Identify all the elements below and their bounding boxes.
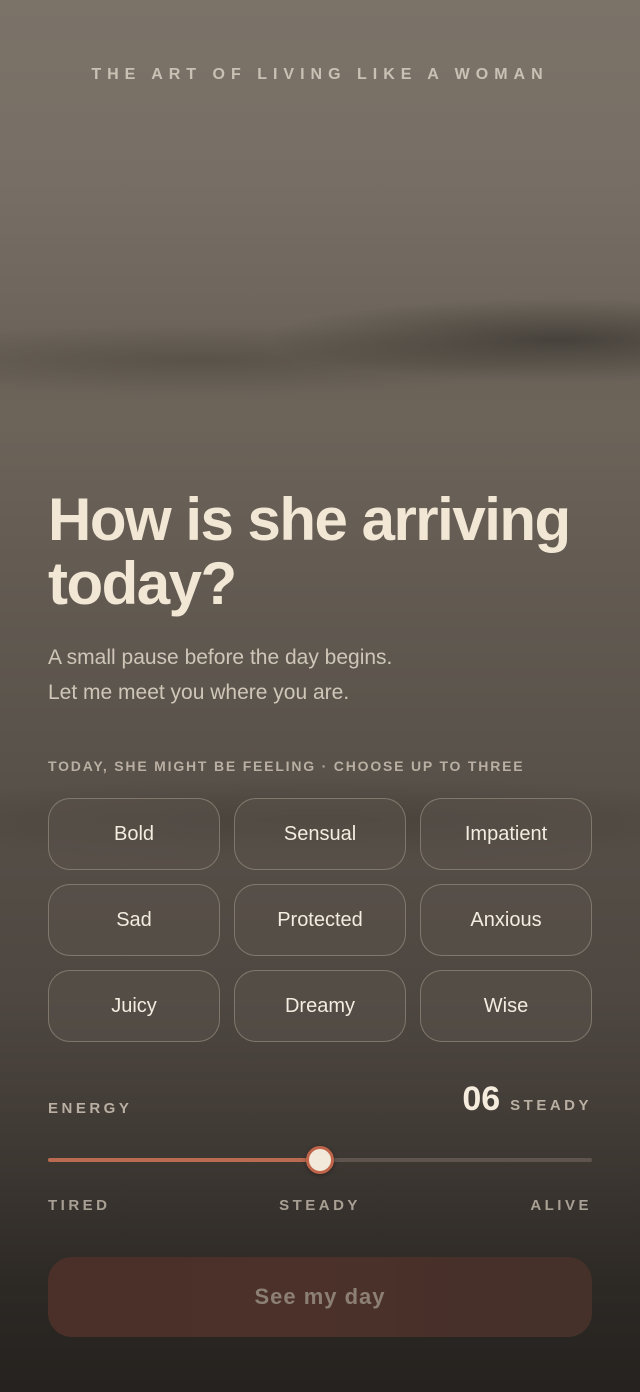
slider-thumb[interactable]	[306, 1146, 334, 1174]
scale-label-tired: TIRED	[48, 1197, 111, 1214]
feeling-chip-bold[interactable]: Bold	[48, 798, 220, 870]
energy-label: ENERGY	[48, 1100, 133, 1117]
energy-slider[interactable]	[48, 1144, 592, 1176]
feeling-chip-protected[interactable]: Protected	[234, 884, 406, 956]
energy-value-word: STEADY	[510, 1097, 592, 1114]
see-my-day-button[interactable]: See my day	[48, 1257, 592, 1337]
energy-scale: TIRED STEADY ALIVE	[48, 1197, 592, 1217]
slider-fill	[48, 1158, 320, 1162]
energy-readout: 06 STEADY	[462, 1080, 592, 1119]
subtitle: A small pause before the day begins. Let…	[48, 640, 608, 710]
subtitle-line-1: A small pause before the day begins.	[48, 646, 393, 669]
feeling-chip-impatient[interactable]: Impatient	[420, 798, 592, 870]
feeling-chip-sensual[interactable]: Sensual	[234, 798, 406, 870]
feeling-chip-dreamy[interactable]: Dreamy	[234, 970, 406, 1042]
subtitle-line-2: Let me meet you where you are.	[48, 681, 350, 704]
feeling-check-in-screen: THE ART OF LIVING LIKE A WOMAN How is sh…	[0, 0, 640, 1392]
brand-title: THE ART OF LIVING LIKE A WOMAN	[91, 66, 549, 83]
page-title: How is she arriving today?	[48, 486, 571, 617]
feeling-chip-wise[interactable]: Wise	[420, 970, 592, 1042]
feeling-chip-sad[interactable]: Sad	[48, 884, 220, 956]
scale-label-alive: ALIVE	[530, 1197, 592, 1214]
feelings-section-label: TODAY, SHE MIGHT BE FEELING · CHOOSE UP …	[48, 758, 525, 774]
scale-label-steady: STEADY	[279, 1197, 361, 1214]
energy-value: 06	[462, 1080, 501, 1118]
feeling-chip-juicy[interactable]: Juicy	[48, 970, 220, 1042]
feeling-chip-anxious[interactable]: Anxious	[420, 884, 592, 956]
feeling-chip-grid: Bold Sensual Impatient Sad Protected Anx…	[48, 798, 592, 1042]
